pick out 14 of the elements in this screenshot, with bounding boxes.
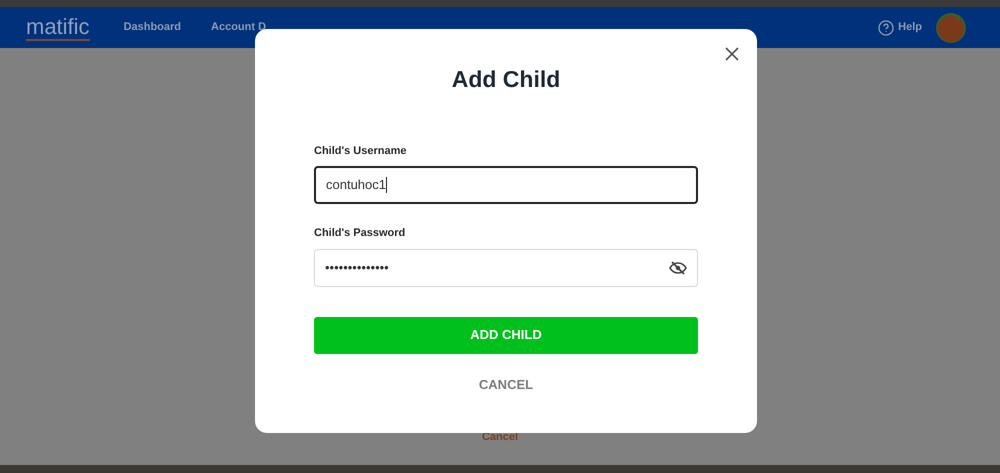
add-child-button[interactable]: ADD CHILD bbox=[314, 316, 698, 354]
close-button[interactable] bbox=[723, 45, 741, 63]
help-link[interactable]: Help bbox=[898, 19, 922, 36]
field-label: Child's Username bbox=[314, 144, 408, 158]
password-field[interactable]: •••••••••••••• bbox=[314, 248, 698, 286]
cancel-button[interactable]: CANCEL bbox=[470, 370, 542, 400]
help-icon[interactable] bbox=[878, 20, 894, 36]
nav-link[interactable]: Dashboard bbox=[124, 19, 182, 36]
eye-slash-icon[interactable] bbox=[669, 260, 687, 274]
username-field[interactable]: contuhoc1 bbox=[314, 166, 698, 204]
dialog-title: Add Child bbox=[452, 65, 560, 94]
logo[interactable]: matific bbox=[26, 14, 90, 40]
nav-link[interactable]: Account D bbox=[211, 19, 266, 36]
field-label: Child's Password bbox=[314, 226, 406, 241]
